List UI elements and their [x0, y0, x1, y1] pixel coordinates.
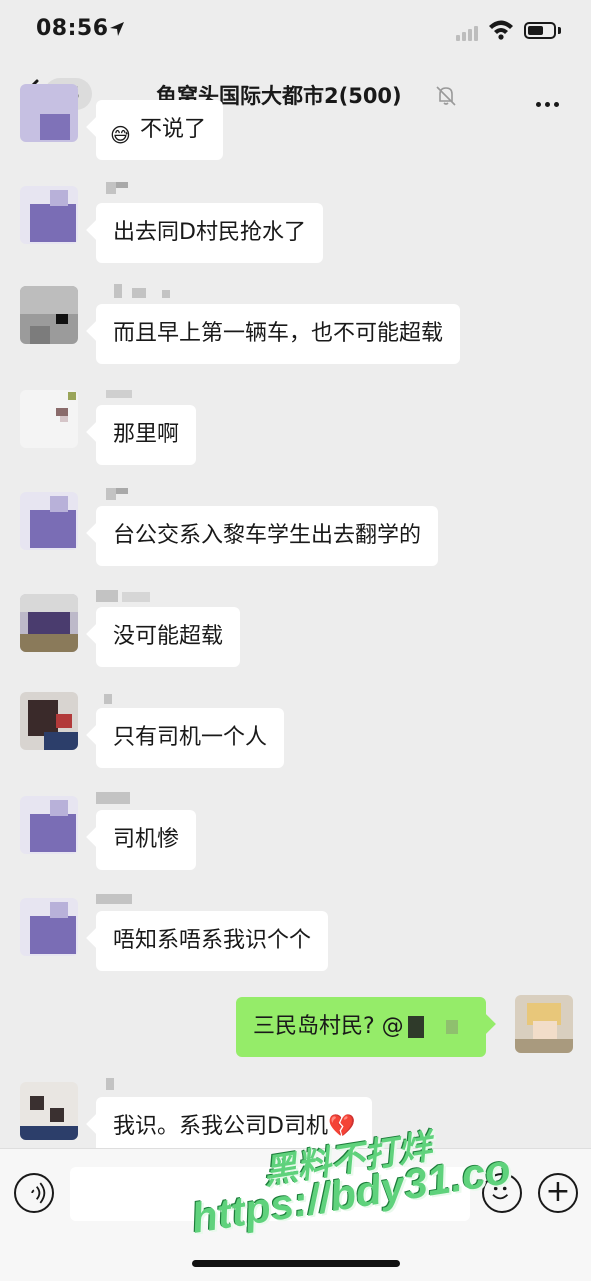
message-bubble[interactable]: 台公交系入黎车学生出去翻学的: [96, 506, 439, 566]
avatar-self[interactable]: [515, 995, 573, 1053]
home-indicator[interactable]: [192, 1260, 400, 1267]
message-bubble[interactable]: 只有司机一个人: [96, 708, 285, 768]
status-time: 08:56: [36, 16, 109, 41]
message-text: 三民岛村民? @: [253, 1014, 404, 1039]
message-text: 唔知系唔系我识个个: [113, 928, 312, 953]
avatar[interactable]: [20, 692, 78, 750]
avatar[interactable]: [20, 390, 78, 448]
avatar[interactable]: [20, 492, 78, 550]
avatar[interactable]: [20, 796, 78, 854]
message-bubble[interactable]: 司机惨: [96, 810, 197, 870]
avatar[interactable]: [20, 84, 78, 142]
avatar[interactable]: [20, 898, 78, 956]
message-text: 而且早上第一辆车，也不可能超载: [113, 321, 444, 346]
message-bubble[interactable]: 😅 不说了: [96, 100, 224, 160]
message-bubble[interactable]: 没可能超载: [96, 607, 241, 667]
battery-icon: [524, 22, 556, 39]
message-text: 出去同D村民抢水了: [113, 220, 306, 245]
mention-redacted-block: [407, 1016, 424, 1038]
mention-redacted-block: [445, 1020, 458, 1034]
message-text: 司机惨: [113, 827, 180, 852]
mute-bell-icon: [436, 86, 456, 106]
emoji-sweat-icon: 😅: [110, 123, 131, 147]
message-bubble-self[interactable]: 三民岛村民? @: [236, 997, 486, 1057]
location-arrow-icon: [110, 22, 124, 36]
add-plus-icon[interactable]: +: [538, 1173, 578, 1213]
more-options-icon[interactable]: [536, 92, 563, 111]
cellular-signal-icon: [456, 22, 480, 41]
message-bubble[interactable]: 那里啊: [96, 405, 197, 465]
status-bar: 08:56: [0, 0, 591, 66]
message-bubble[interactable]: 而且早上第一辆车，也不可能超载: [96, 304, 461, 364]
avatar[interactable]: [20, 1082, 78, 1140]
message-bubble[interactable]: 唔知系唔系我识个个: [96, 911, 329, 971]
message-text: 没可能超载: [113, 624, 224, 649]
message-bubble[interactable]: 出去同D村民抢水了: [96, 203, 323, 263]
message-text: 台公交系入黎车学生出去翻学的: [113, 523, 422, 548]
message-text: 不说了: [140, 117, 207, 142]
voice-input-icon[interactable]: [14, 1173, 54, 1213]
message-text: 那里啊: [113, 422, 180, 447]
battery-tip: [558, 27, 561, 34]
avatar[interactable]: [20, 286, 78, 344]
avatar[interactable]: [20, 594, 78, 652]
message-text: 只有司机一个人: [113, 725, 268, 750]
avatar[interactable]: [20, 186, 78, 244]
chat-header: 85 鱼窝头国际大都市2(500): [0, 66, 591, 124]
wifi-icon: [489, 20, 513, 40]
